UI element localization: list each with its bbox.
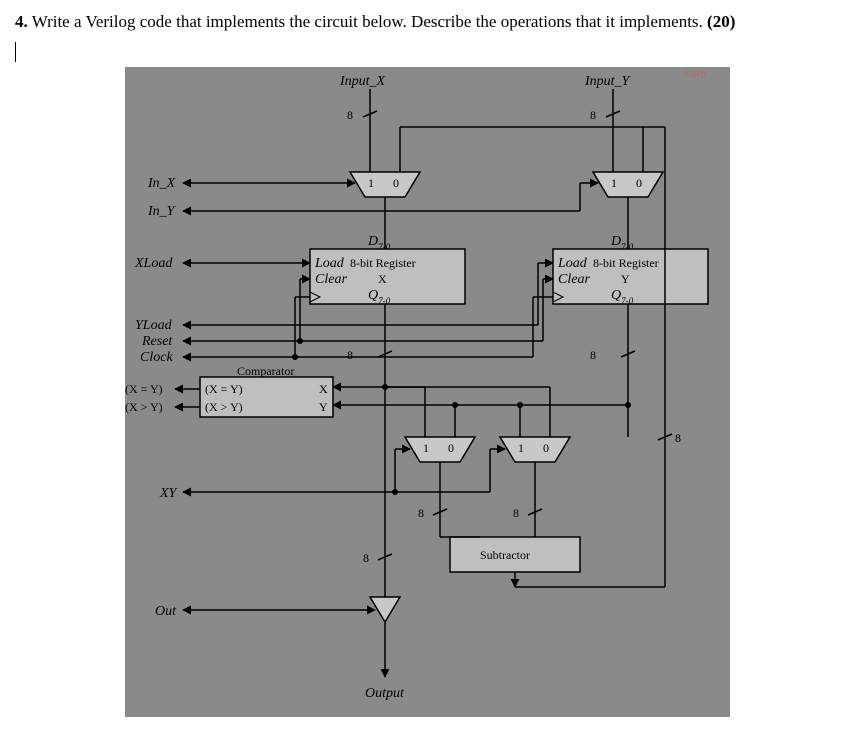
question-body: Write a Verilog code that implements the… <box>32 12 703 31</box>
gt-out: (X > Y) <box>125 400 163 414</box>
bus-8-out: 8 <box>363 551 369 565</box>
bus-8-y1: 8 <box>590 108 596 122</box>
mux-sa-1: 1 <box>423 441 429 455</box>
question-points: (20) <box>707 12 735 31</box>
bus-8-fb: 8 <box>675 431 681 445</box>
comp-y: Y <box>319 400 328 414</box>
label-in-x: In_X <box>147 176 176 191</box>
mux-sub-b <box>500 437 570 462</box>
watermark-text: ORS <box>685 68 706 80</box>
mux-sb-0: 0 <box>543 441 549 455</box>
question-number: 4. <box>15 12 28 31</box>
label-clock: Clock <box>140 350 173 365</box>
reg-x-clear: Clear <box>315 272 347 287</box>
comp-gt-in: (X > Y) <box>205 400 243 414</box>
bus-8-sa: 8 <box>418 506 424 520</box>
mux-y <box>593 172 663 197</box>
reg-y-load: Load <box>557 256 588 271</box>
mux-x <box>350 172 420 197</box>
mux-x-0: 0 <box>393 176 399 190</box>
label-input-x: Input_X <box>339 74 386 89</box>
comp-eq-in: (X = Y) <box>205 382 243 396</box>
reg-y-clear: Clear <box>558 272 590 287</box>
label-input-y: Input_Y <box>584 74 632 89</box>
label-xload: XLoad <box>134 256 173 271</box>
reg-y-8bit: 8-bit Register <box>593 256 659 270</box>
figure-container: ORS Input_X 8 Input_Y 8 1 0 1 0 In_X <box>15 67 840 717</box>
reg-x-name: X <box>378 272 387 286</box>
reg-x-8bit: 8-bit Register <box>350 256 416 270</box>
mux-sub-a <box>405 437 475 462</box>
label-yload: YLoad <box>135 318 173 333</box>
bus-8-y2: 8 <box>590 348 596 362</box>
mux-y-1: 1 <box>611 176 617 190</box>
circuit-svg: ORS Input_X 8 Input_Y 8 1 0 1 0 In_X <box>125 67 730 717</box>
mux-sb-1: 1 <box>518 441 524 455</box>
mux-sa-0: 0 <box>448 441 454 455</box>
bus-8-sb: 8 <box>513 506 519 520</box>
bus-8-x1: 8 <box>347 108 353 122</box>
circuit-figure: ORS Input_X 8 Input_Y 8 1 0 1 0 In_X <box>125 67 730 717</box>
comp-x: X <box>319 382 328 396</box>
text-cursor <box>15 42 840 62</box>
mux-y-0: 0 <box>636 176 642 190</box>
label-out: Out <box>155 604 177 619</box>
reg-y-name: Y <box>621 272 630 286</box>
label-in-y: In_Y <box>147 204 177 219</box>
eq-out: (X = Y) <box>125 382 163 396</box>
bus-8-x2: 8 <box>347 348 353 362</box>
reg-x-load: Load <box>314 256 345 271</box>
question-text: 4. Write a Verilog code that implements … <box>15 10 840 34</box>
mux-x-1: 1 <box>368 176 374 190</box>
label-reset: Reset <box>141 334 173 349</box>
subtractor-label: Subtractor <box>480 548 530 562</box>
label-output: Output <box>365 686 405 701</box>
comparator-label: Comparator <box>237 364 294 378</box>
label-xy: XY <box>159 486 179 501</box>
